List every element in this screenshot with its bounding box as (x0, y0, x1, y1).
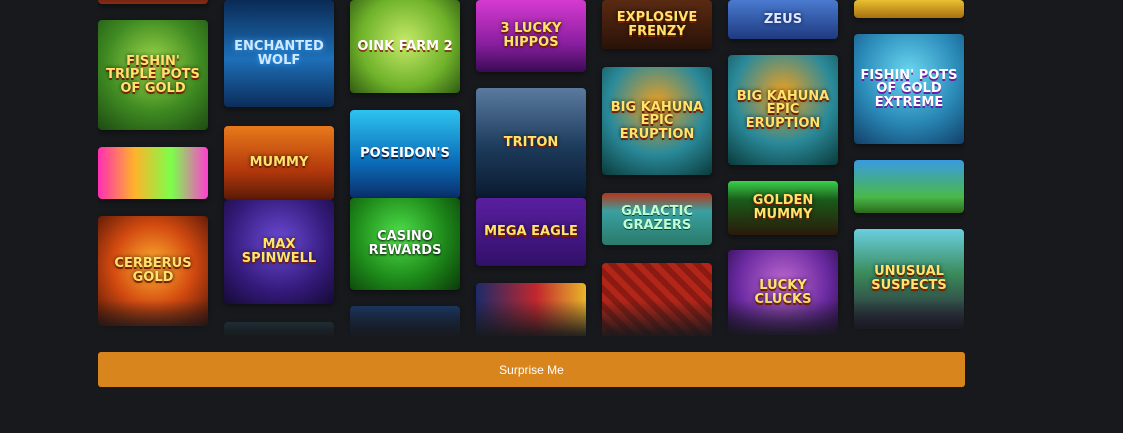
game-title: 3 Lucky Hippos (500, 21, 562, 50)
game-title: Unusual Suspects (871, 264, 947, 293)
game-tile[interactable]: Big Kahuna Epic Eruption (602, 67, 712, 175)
game-tile[interactable]: Enchanted Wolf (224, 0, 334, 107)
game-title: Fishin' Triple Pots of Gold (106, 53, 200, 96)
game-tile[interactable]: Max Spinwell (224, 200, 334, 304)
game-tile[interactable]: Explosive Frenzy (602, 0, 712, 49)
game-title: Fishin' Pots of Gold Extreme (860, 67, 958, 110)
game-tile[interactable] (98, 147, 208, 199)
game-title: Big Kahuna Epic Eruption (736, 88, 830, 131)
game-tile[interactable]: Oink Farm 2 (350, 0, 460, 93)
game-tile[interactable]: Unusual Suspects (854, 229, 964, 329)
game-tile[interactable]: Zeus (728, 0, 838, 39)
game-tile[interactable]: Big Kahuna Epic Eruption (728, 55, 838, 165)
game-tile[interactable]: Mummy (224, 126, 334, 200)
game-title: Golden Mummy (752, 193, 814, 222)
game-title: Poseidon's (360, 146, 450, 162)
game-title: Oink Farm 2 (357, 38, 453, 54)
game-title: Mummy (249, 155, 309, 171)
game-tile[interactable]: Lucky Clucks (728, 250, 838, 335)
game-title: Max Spinwell (241, 237, 317, 266)
game-tile[interactable]: Cerberus Gold (98, 216, 208, 326)
game-title: Zeus (763, 11, 803, 27)
game-tile[interactable]: Poseidon's (350, 110, 460, 198)
game-tile[interactable]: Triton (476, 88, 586, 198)
game-title: Explosive Frenzy (616, 9, 698, 39)
game-title: Lucky Clucks (754, 277, 812, 307)
game-tile[interactable]: Golden Mummy (728, 181, 838, 235)
game-tile[interactable] (98, 0, 208, 4)
game-title: Mega Eagle (484, 224, 578, 240)
game-title: Cerberus Gold (114, 256, 192, 285)
game-tile[interactable] (854, 0, 964, 18)
game-tile[interactable] (350, 306, 460, 336)
surprise-me-button[interactable]: Surprise Me (98, 352, 965, 387)
game-title: Casino Rewards (368, 229, 442, 258)
game-tile[interactable]: Galactic Grazers (602, 193, 712, 245)
game-title: Galactic Grazers (621, 204, 693, 233)
game-tile[interactable]: Mega Eagle (476, 198, 586, 266)
game-title: Triton (503, 135, 559, 151)
game-title: Big Kahuna Epic Eruption (610, 99, 704, 142)
game-tile[interactable] (854, 160, 964, 213)
game-tile[interactable]: Fishin' Pots of Gold Extreme (854, 34, 964, 144)
game-tile[interactable]: Casino Rewards (350, 198, 460, 290)
game-tile[interactable]: 3 Lucky Hippos (476, 0, 586, 72)
game-tile[interactable]: Fishin' Triple Pots of Gold (98, 20, 208, 130)
game-tile[interactable] (602, 263, 712, 336)
game-title: Enchanted Wolf (234, 38, 324, 68)
game-tile[interactable] (224, 322, 334, 336)
game-tile[interactable] (476, 283, 586, 336)
game-grid: Fishin' Triple Pots of Gold Cerberus Gol… (98, 0, 965, 336)
